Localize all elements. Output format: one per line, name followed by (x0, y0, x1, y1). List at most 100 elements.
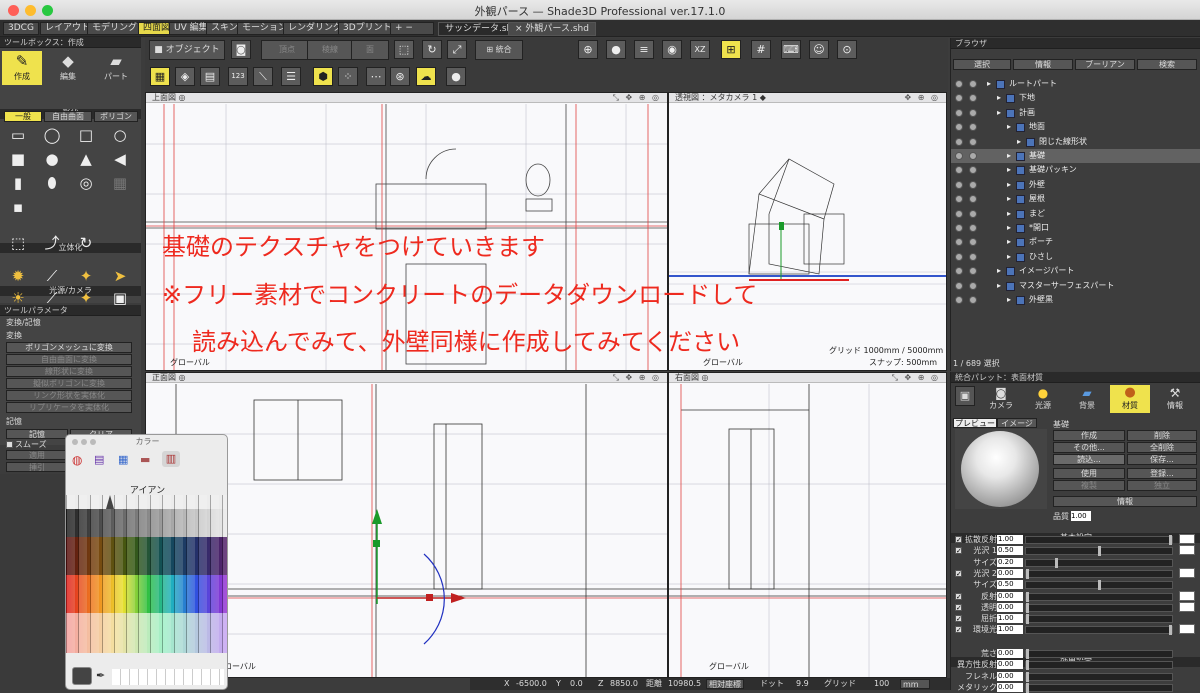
lock-icon[interactable] (969, 94, 977, 103)
vertex-mode-button[interactable]: 頂点 (261, 40, 313, 60)
tab-general[interactable]: 一般 (4, 111, 42, 122)
tool-image-icon[interactable]: ▤ (200, 67, 220, 86)
lock-icon[interactable] (969, 180, 977, 189)
param-value[interactable]: 0.00 (997, 660, 1023, 670)
tab-modeling[interactable]: モデリング (87, 22, 143, 35)
disclosure-icon[interactable]: ▸ (997, 106, 1001, 120)
disclosure-icon[interactable]: ▸ (1007, 250, 1011, 264)
delete-all-button[interactable]: 全削除 (1127, 442, 1197, 453)
to-polygon-mesh-button[interactable]: ポリゴンメッシュに変換 (6, 342, 132, 353)
slider-knob[interactable] (1026, 568, 1029, 579)
delete-button[interactable]: 削除 (1127, 430, 1197, 441)
visibility-icon[interactable] (955, 267, 963, 276)
color-swatch[interactable] (1179, 545, 1195, 556)
circle-icon[interactable]: ○ (110, 125, 130, 145)
param-value[interactable]: 0.00 (997, 682, 1023, 692)
realize-link-button[interactable]: リンク形状を実体化 (6, 390, 132, 401)
tool-dots-icon[interactable]: ⋯ (366, 67, 386, 86)
lock-icon[interactable] (969, 152, 977, 160)
head-icon[interactable]: ☺ (809, 40, 829, 59)
lock-icon[interactable] (969, 224, 977, 232)
disclosure-icon[interactable]: ▸ (1007, 120, 1011, 134)
tree-item[interactable]: ▸ *開口 (951, 221, 1200, 235)
disclosure-icon[interactable]: ▸ (1017, 135, 1021, 149)
cylinder-icon[interactable]: ▮ (8, 173, 28, 193)
slider-knob[interactable] (1026, 602, 1029, 613)
slider-knob[interactable] (1168, 535, 1172, 545)
create-button[interactable]: 作成 (1053, 430, 1125, 441)
tree-item[interactable]: ▸ 地面 (951, 120, 1200, 134)
doc-tab-exterior[interactable]: × 外観パース.shd (508, 22, 596, 36)
tool-measure-icon[interactable]: ⟍ (253, 67, 273, 86)
disclosure-icon[interactable]: ▸ (997, 279, 1001, 293)
color-palette-icon[interactable]: ▦ (118, 453, 128, 466)
tab-create[interactable]: ✎ 作成 (2, 51, 42, 85)
palette-tab-camera[interactable]: ◙ カメラ (981, 386, 1021, 411)
param-value[interactable]: 1.00 (997, 614, 1023, 624)
to-line-shape-button[interactable]: 線形状に変換 (6, 366, 132, 377)
visibility-icon[interactable] (955, 238, 963, 247)
align-icon[interactable]: ≡ (634, 40, 654, 59)
tree-item[interactable]: ▸ 基礎パッキン (951, 163, 1200, 177)
disclosure-icon[interactable]: ▸ (1007, 192, 1011, 206)
tool-mesh-icon[interactable]: ⬢ (313, 67, 333, 86)
pyramid-icon[interactable]: ▲ (76, 149, 96, 169)
tool-layers-icon[interactable]: ☰ (281, 67, 301, 86)
color-swatch[interactable] (1179, 601, 1195, 612)
color-close-button[interactable] (72, 439, 78, 445)
browser-tab-select[interactable]: 選択 (953, 59, 1011, 70)
param-value[interactable]: 1.00 (997, 625, 1023, 635)
param-checkbox[interactable]: ✓ (955, 626, 962, 634)
param-slider[interactable] (1025, 557, 1173, 568)
coord-select[interactable]: 相対座標 (706, 679, 744, 689)
slider-knob[interactable] (1168, 625, 1172, 636)
register-button[interactable]: 登録... (1127, 468, 1197, 479)
color-wheel-icon[interactable]: ◍ (72, 453, 82, 467)
tree-item[interactable]: ▸ ひさし (951, 250, 1200, 264)
param-slider[interactable] (1025, 614, 1173, 625)
quality-field[interactable]: 1.00 (1071, 511, 1091, 521)
visibility-icon[interactable] (955, 152, 963, 160)
visibility-icon[interactable] (955, 108, 963, 117)
object-mode-button[interactable]: ■ オブジェクト (149, 40, 225, 60)
lock-icon[interactable] (969, 80, 977, 88)
cone-icon[interactable]: ◀ (110, 149, 130, 169)
crosshair-icon[interactable]: ⊕ (578, 40, 598, 59)
lock-icon[interactable] (969, 238, 977, 247)
sweep-icon[interactable]: ⤴ (42, 233, 62, 253)
tree-item[interactable]: ▸ 閉じた線形状 (951, 135, 1200, 149)
point-light-icon[interactable]: ✹ (8, 266, 28, 286)
duplicate-button[interactable]: 複製 (1053, 480, 1125, 491)
tree-item[interactable]: ▸ まど (951, 207, 1200, 221)
extrude-icon[interactable]: ⬚ (8, 233, 28, 253)
param-slider[interactable] (1025, 568, 1173, 579)
revolve-icon[interactable]: ↻ (76, 233, 96, 253)
param-checkbox[interactable]: ✓ (955, 536, 962, 544)
info-button[interactable]: 情報 (1053, 496, 1197, 507)
lock-icon[interactable] (969, 281, 977, 290)
tree-item[interactable]: ▸ 屋根 (951, 192, 1200, 206)
visibility-icon[interactable] (955, 252, 963, 261)
tab-edit[interactable]: ◆ 編集 (48, 51, 88, 85)
slider-knob[interactable] (1098, 546, 1101, 557)
independent-button[interactable]: 独立 (1127, 480, 1197, 491)
tool-grid-icon[interactable]: ▦ (150, 67, 170, 86)
merge-button[interactable]: ⊞ 統合 (475, 40, 523, 60)
slider-knob[interactable] (1098, 580, 1101, 591)
visibility-icon[interactable] (955, 80, 963, 88)
grid-shape-icon[interactable]: ▦ (110, 173, 130, 193)
four-view-icon[interactable]: ⊞ (721, 40, 741, 59)
visibility-icon[interactable] (955, 281, 963, 290)
lock-icon[interactable] (969, 209, 977, 218)
param-slider[interactable] (1025, 535, 1173, 545)
color-swatch[interactable] (1179, 534, 1195, 544)
param-slider[interactable] (1025, 660, 1173, 671)
persp-controls[interactable]: ✥ ⊕ ◎ (905, 93, 940, 103)
palette-tab-material[interactable]: ● 材質 (1110, 385, 1150, 413)
lock-icon[interactable] (969, 296, 977, 304)
palette-menu-icon[interactable]: ▣ (955, 386, 975, 406)
sphere-icon[interactable]: ● (42, 149, 62, 169)
param-value[interactable]: 0.20 (997, 557, 1023, 567)
param-slider[interactable] (1025, 580, 1173, 591)
visibility-icon[interactable] (955, 296, 963, 304)
